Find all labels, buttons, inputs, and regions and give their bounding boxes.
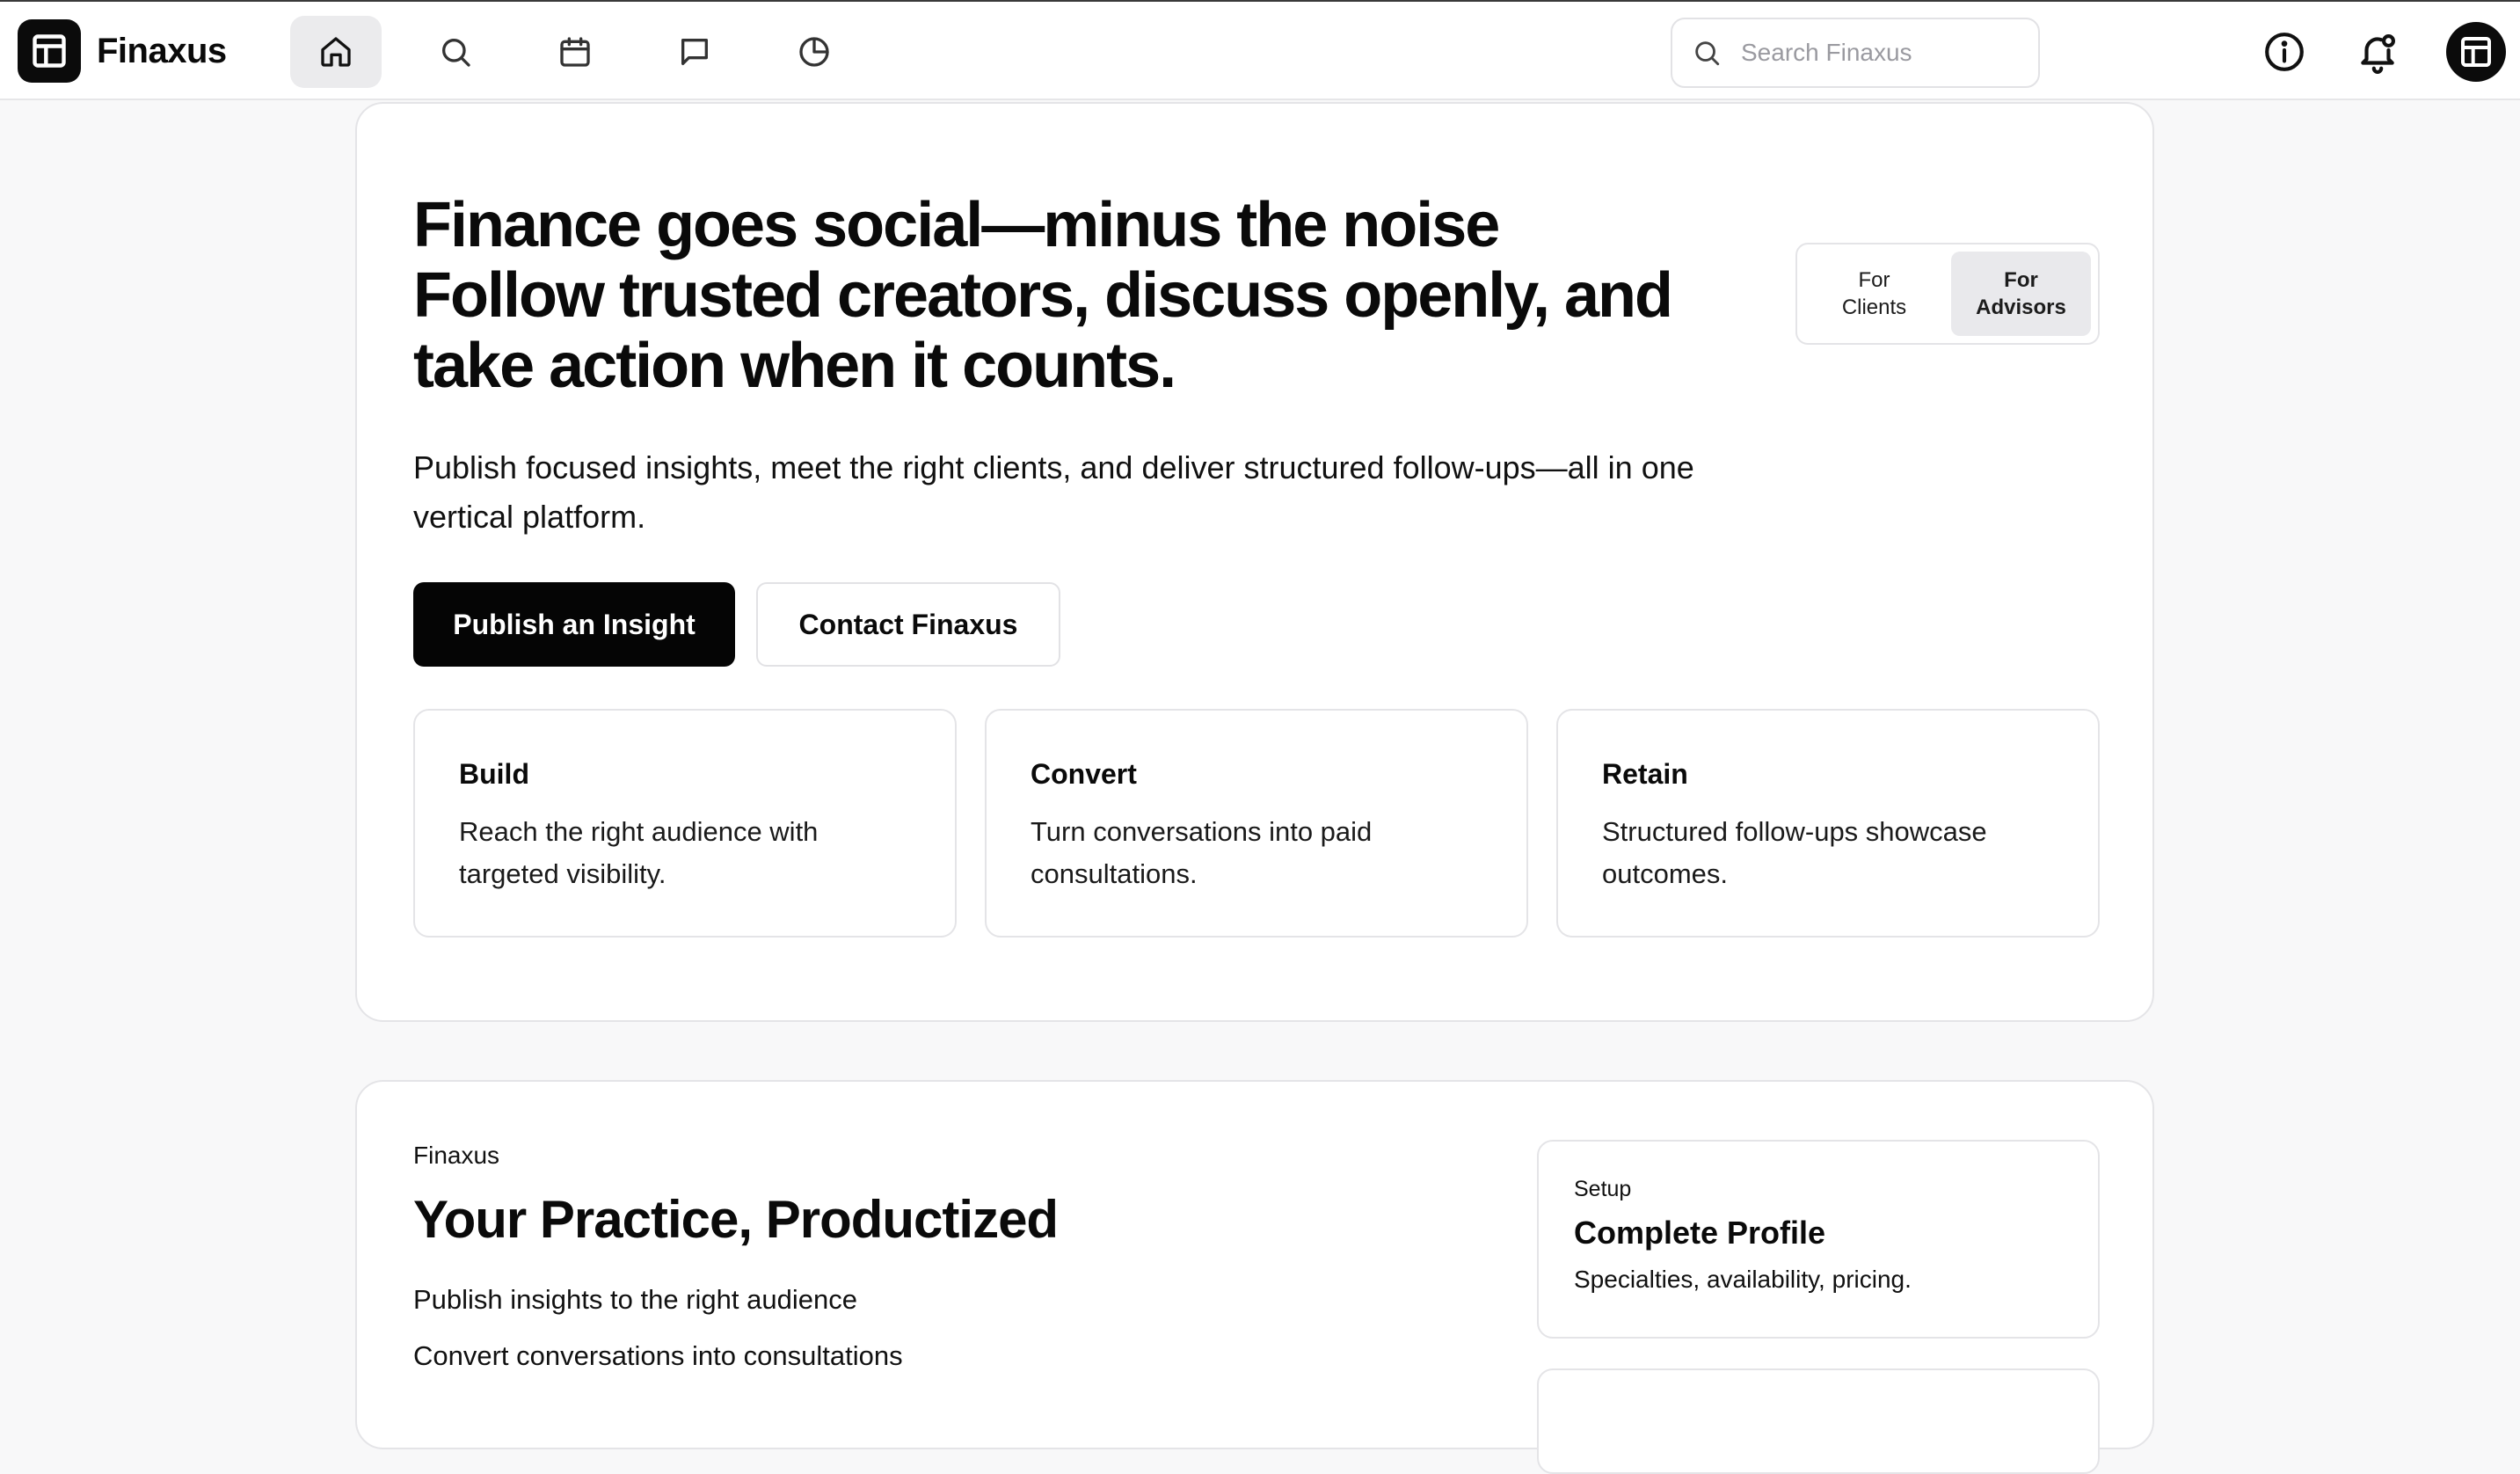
header-actions [2260, 21, 2506, 83]
nav-home-button[interactable] [290, 16, 382, 88]
avatar-logo-icon [2461, 37, 2491, 67]
setup-title: Complete Profile [1574, 1215, 1826, 1251]
practice-eyebrow: Finaxus [413, 1142, 500, 1169]
hero-title-line: Finance goes social—minus the noise [413, 190, 1500, 260]
hero-title-line: Follow trusted creators, discuss openly,… [413, 260, 1673, 331]
toggle-for-clients[interactable]: For Clients [1804, 252, 1944, 336]
home-icon [321, 37, 351, 67]
nav-search-button[interactable] [410, 16, 501, 88]
feature-card-retain: Retain Structured follow-ups showcase ou… [1556, 709, 2100, 938]
info-icon [2265, 33, 2304, 71]
notification-bell-icon [2361, 34, 2395, 74]
brand[interactable]: Finaxus [18, 19, 227, 83]
contact-finaxus-button[interactable]: Contact Finaxus [756, 582, 1060, 667]
feature-description: Reach the right audience with targeted v… [459, 816, 819, 889]
setup-card-next[interactable] [1537, 1368, 2100, 1474]
top-navigation-bar: Finaxus [0, 0, 2520, 100]
search-icon [1695, 41, 1720, 66]
publish-insight-button[interactable]: Publish an Insight [413, 582, 735, 667]
profile-avatar[interactable] [2446, 22, 2506, 82]
hero-card: Finance goes social—minus the noise Foll… [355, 102, 2154, 1022]
search-bar[interactable] [1671, 18, 2040, 88]
hero-title-line: take action when it counts. [413, 331, 1176, 401]
info-button[interactable] [2260, 21, 2309, 83]
hero-title: Finance goes social—minus the noise Foll… [413, 190, 1785, 401]
feature-description: Structured follow-ups showcase outcomes. [1602, 816, 1987, 889]
calendar-icon [560, 37, 590, 67]
practice-title: Your Practice, Productized [413, 1190, 1059, 1249]
feature-title: Build [459, 758, 529, 790]
feature-title: Convert [1031, 758, 1137, 790]
nav-analytics-button[interactable] [768, 16, 860, 88]
audience-toggle: For Clients For Advisors [1795, 243, 2100, 345]
feature-card-build: Build Reach the right audience with targ… [413, 709, 957, 938]
finaxus-logo-icon [18, 19, 81, 83]
setup-card-complete-profile[interactable]: Setup Complete Profile Specialties, avai… [1537, 1140, 2100, 1339]
practice-card: Finaxus Your Practice, Productized Publi… [355, 1080, 2154, 1474]
search-icon [442, 39, 470, 67]
message-icon [681, 39, 708, 66]
brand-name: Finaxus [97, 31, 227, 70]
practice-bullet: Publish insights to the right audience [413, 1284, 857, 1315]
practice-bullet: Convert conversations into consultations [413, 1340, 903, 1371]
setup-eyebrow: Setup [1574, 1177, 1632, 1201]
search-input[interactable] [1741, 39, 2022, 67]
feature-title: Retain [1602, 758, 1688, 790]
toggle-for-advisors[interactable]: For Advisors [1951, 252, 2091, 336]
nav-messages-button[interactable] [649, 16, 740, 88]
nav-calendar-button[interactable] [529, 16, 621, 88]
primary-nav [290, 16, 860, 88]
hero-subtitle: Publish focused insights, meet the right… [413, 449, 1694, 535]
notifications-button[interactable] [2353, 21, 2402, 83]
setup-description: Specialties, availability, pricing. [1574, 1266, 1912, 1293]
feature-description: Turn conversations into paid consultatio… [1031, 816, 1373, 889]
pie-chart-icon [799, 37, 829, 67]
feature-card-convert: Convert Turn conversations into paid con… [985, 709, 1528, 938]
